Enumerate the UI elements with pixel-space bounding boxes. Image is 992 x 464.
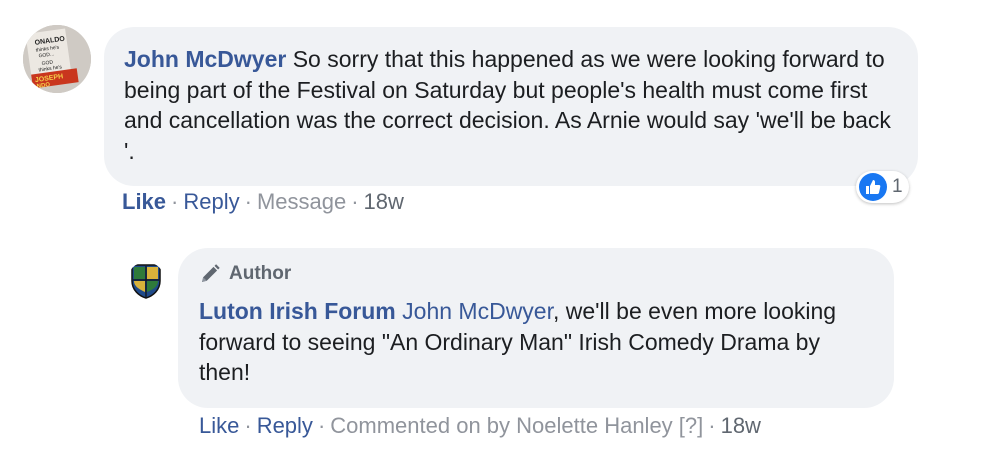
separator-dot: · — [708, 413, 716, 438]
like-button[interactable]: Like — [199, 413, 239, 439]
separator-dot: · — [317, 413, 326, 438]
comment-timestamp[interactable]: 18w — [364, 189, 404, 215]
like-button[interactable]: Like — [122, 189, 166, 215]
separator-dot: · — [244, 189, 252, 214]
reply-actions: Like · Reply · Commented on by Noelette … — [199, 413, 761, 439]
comment-actions: Like · Reply · Message · 18w — [122, 189, 404, 215]
reply-button[interactable]: Reply — [183, 189, 239, 215]
avatar-image: ONALDO thinks he's GOD... GOD thinks he'… — [23, 25, 91, 93]
commenter-avatar[interactable]: ONALDO thinks he's GOD... GOD thinks he'… — [23, 25, 91, 93]
reply-button[interactable]: Reply — [257, 413, 313, 439]
reply-timestamp[interactable]: 18w — [721, 413, 761, 439]
reply-author-name[interactable]: Luton Irish Forum — [199, 298, 396, 324]
author-badge: Author — [199, 262, 874, 286]
reaction-summary[interactable]: 1 — [856, 171, 909, 203]
message-button[interactable]: Message — [257, 189, 346, 215]
comment-author-name[interactable]: John McDwyer — [124, 46, 286, 72]
like-reaction-icon — [859, 173, 887, 201]
crest-icon — [131, 264, 161, 299]
separator-dot: · — [171, 189, 179, 214]
mentioned-user-link[interactable]: John McDwyer — [402, 298, 553, 324]
comment-bubble: John McDwyer So sorry that this happened… — [104, 27, 918, 186]
reaction-count: 1 — [892, 176, 903, 197]
reply-bubble: Author Luton Irish Forum John McDwyer, w… — [178, 248, 894, 408]
author-badge-label: Author — [229, 263, 292, 284]
separator-dot: · — [244, 413, 252, 438]
pencil-icon — [202, 264, 220, 282]
separator-dot: · — [351, 189, 359, 214]
reply-content: Luton Irish Forum John McDwyer, we'll be… — [199, 296, 874, 388]
commented-on-by[interactable]: Commented on by Noelette Hanley [?] — [330, 413, 703, 439]
page-avatar[interactable] — [127, 262, 165, 300]
